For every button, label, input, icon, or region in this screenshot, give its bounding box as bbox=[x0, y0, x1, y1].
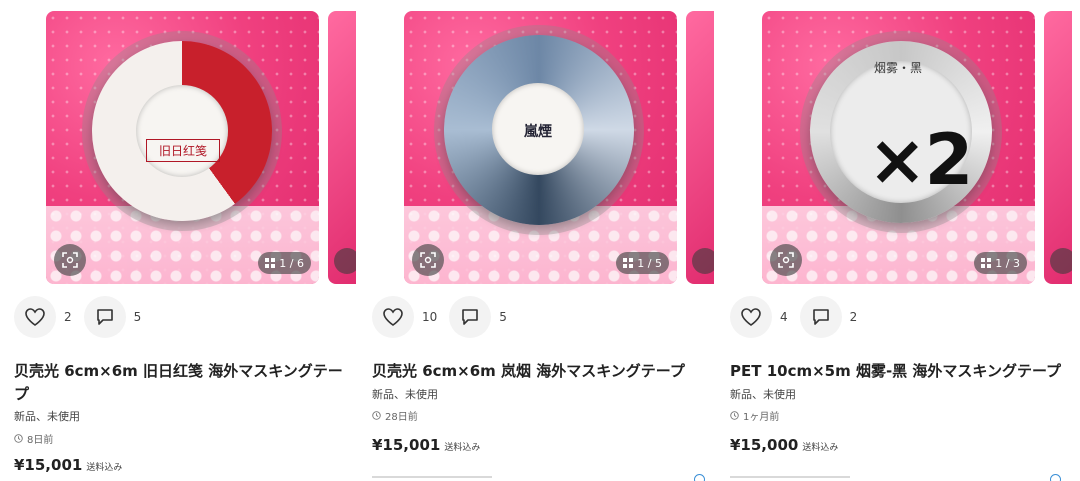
shipping-note: 送料込み bbox=[444, 443, 481, 453]
scan-icon[interactable] bbox=[770, 244, 802, 276]
image-carousel[interactable]: 烟雾・黑 ×2 1 / 3 bbox=[762, 11, 1072, 284]
listing-title[interactable]: PET 10cm×5m 烟雾-黑 海外マスキングテープ bbox=[730, 360, 1070, 383]
next-photo-peek[interactable] bbox=[1044, 11, 1072, 284]
image-count: 1 / 5 bbox=[637, 256, 662, 270]
like-count: 4 bbox=[780, 310, 788, 324]
next-photo-peek[interactable] bbox=[328, 11, 356, 284]
tape-label: 烟雾・黑 bbox=[873, 61, 922, 75]
comment-count: 5 bbox=[499, 310, 507, 324]
product-photo[interactable]: 烟雾・黑 ×2 1 / 3 bbox=[762, 11, 1035, 284]
comment-icon bbox=[462, 309, 479, 325]
listing-card[interactable]: 旧日红笺 1 / 6 2 5 贝壳光 6cm×6m 旧日红笺 海外マスキングテー… bbox=[0, 0, 360, 481]
clock-icon bbox=[372, 411, 381, 420]
price: ¥15,001 送料込み bbox=[14, 456, 123, 474]
image-carousel[interactable]: 嵐煙 1 / 5 bbox=[404, 11, 714, 284]
scan-icon[interactable] bbox=[54, 244, 86, 276]
comment-button[interactable] bbox=[83, 296, 126, 338]
price: ¥15,000 送料込み bbox=[730, 436, 839, 454]
quantity-overlay: ×2 bbox=[868, 119, 973, 201]
info-icon[interactable] bbox=[1050, 474, 1061, 481]
comment-count: 5 bbox=[133, 310, 142, 324]
comment-icon bbox=[812, 309, 829, 325]
action-bar: 4 2 bbox=[730, 296, 869, 338]
comment-button[interactable] bbox=[799, 296, 842, 338]
price: ¥15,001 送料込み bbox=[372, 436, 481, 454]
listing-card[interactable]: 嵐煙 1 / 5 10 5 贝壳光 6cm×6m 岚烟 海外マスキングテープ 新… bbox=[358, 0, 718, 481]
image-count-badge: 1 / 6 bbox=[258, 252, 311, 274]
posted-time: 28日前 bbox=[372, 408, 418, 423]
grid-icon bbox=[981, 258, 992, 268]
tape-roll: 烟雾・黑 ×2 bbox=[810, 41, 992, 223]
posted-time: 1ヶ月前 bbox=[730, 408, 779, 423]
like-button[interactable] bbox=[730, 296, 772, 338]
action-bar: 10 5 bbox=[372, 296, 519, 338]
clock-icon bbox=[14, 434, 23, 443]
image-count: 1 / 3 bbox=[995, 256, 1020, 270]
listing-title[interactable]: 贝壳光 6cm×6m 旧日红笺 海外マスキングテープ bbox=[14, 360, 354, 406]
tape-label: 旧日红笺 bbox=[146, 139, 220, 162]
heart-icon bbox=[741, 308, 761, 326]
image-count-badge: 1 / 5 bbox=[616, 252, 669, 274]
product-photo[interactable]: 嵐煙 1 / 5 bbox=[404, 11, 677, 284]
like-count: 2 bbox=[64, 310, 72, 324]
shipping-note: 送料込み bbox=[86, 463, 123, 473]
like-button[interactable] bbox=[14, 296, 56, 338]
tape-roll: 嵐煙 bbox=[444, 35, 634, 225]
image-count-badge: 1 / 3 bbox=[974, 252, 1027, 274]
next-photo-peek[interactable] bbox=[686, 11, 714, 284]
action-bar: 2 5 bbox=[14, 296, 153, 338]
image-carousel[interactable]: 旧日红笺 1 / 6 bbox=[46, 11, 356, 284]
heart-icon bbox=[25, 308, 45, 326]
like-button[interactable] bbox=[372, 296, 414, 338]
tape-label: 嵐煙 bbox=[524, 124, 552, 140]
grid-icon bbox=[265, 258, 276, 268]
comment-button[interactable] bbox=[449, 296, 492, 338]
listing-title[interactable]: 贝壳光 6cm×6m 岚烟 海外マスキングテープ bbox=[372, 360, 712, 383]
like-count: 10 bbox=[422, 310, 438, 324]
info-icon[interactable] bbox=[694, 474, 705, 481]
listing-card[interactable]: 烟雾・黑 ×2 1 / 3 4 2 PET 10cm×5m 烟雾-黑 海外マスキ… bbox=[716, 0, 1076, 481]
condition: 新品、未使用 bbox=[372, 388, 438, 401]
clock-icon bbox=[730, 411, 739, 420]
comment-icon bbox=[96, 309, 113, 325]
shipping-note: 送料込み bbox=[802, 443, 839, 453]
heart-icon bbox=[383, 308, 403, 326]
comment-count: 2 bbox=[849, 310, 858, 324]
condition: 新品、未使用 bbox=[730, 388, 796, 401]
product-photo[interactable]: 旧日红笺 1 / 6 bbox=[46, 11, 319, 284]
image-count: 1 / 6 bbox=[279, 256, 304, 270]
scan-icon[interactable] bbox=[412, 244, 444, 276]
grid-icon bbox=[623, 258, 634, 268]
posted-time: 8日前 bbox=[14, 431, 53, 446]
condition: 新品、未使用 bbox=[14, 410, 80, 423]
tape-roll: 旧日红笺 bbox=[92, 41, 272, 221]
